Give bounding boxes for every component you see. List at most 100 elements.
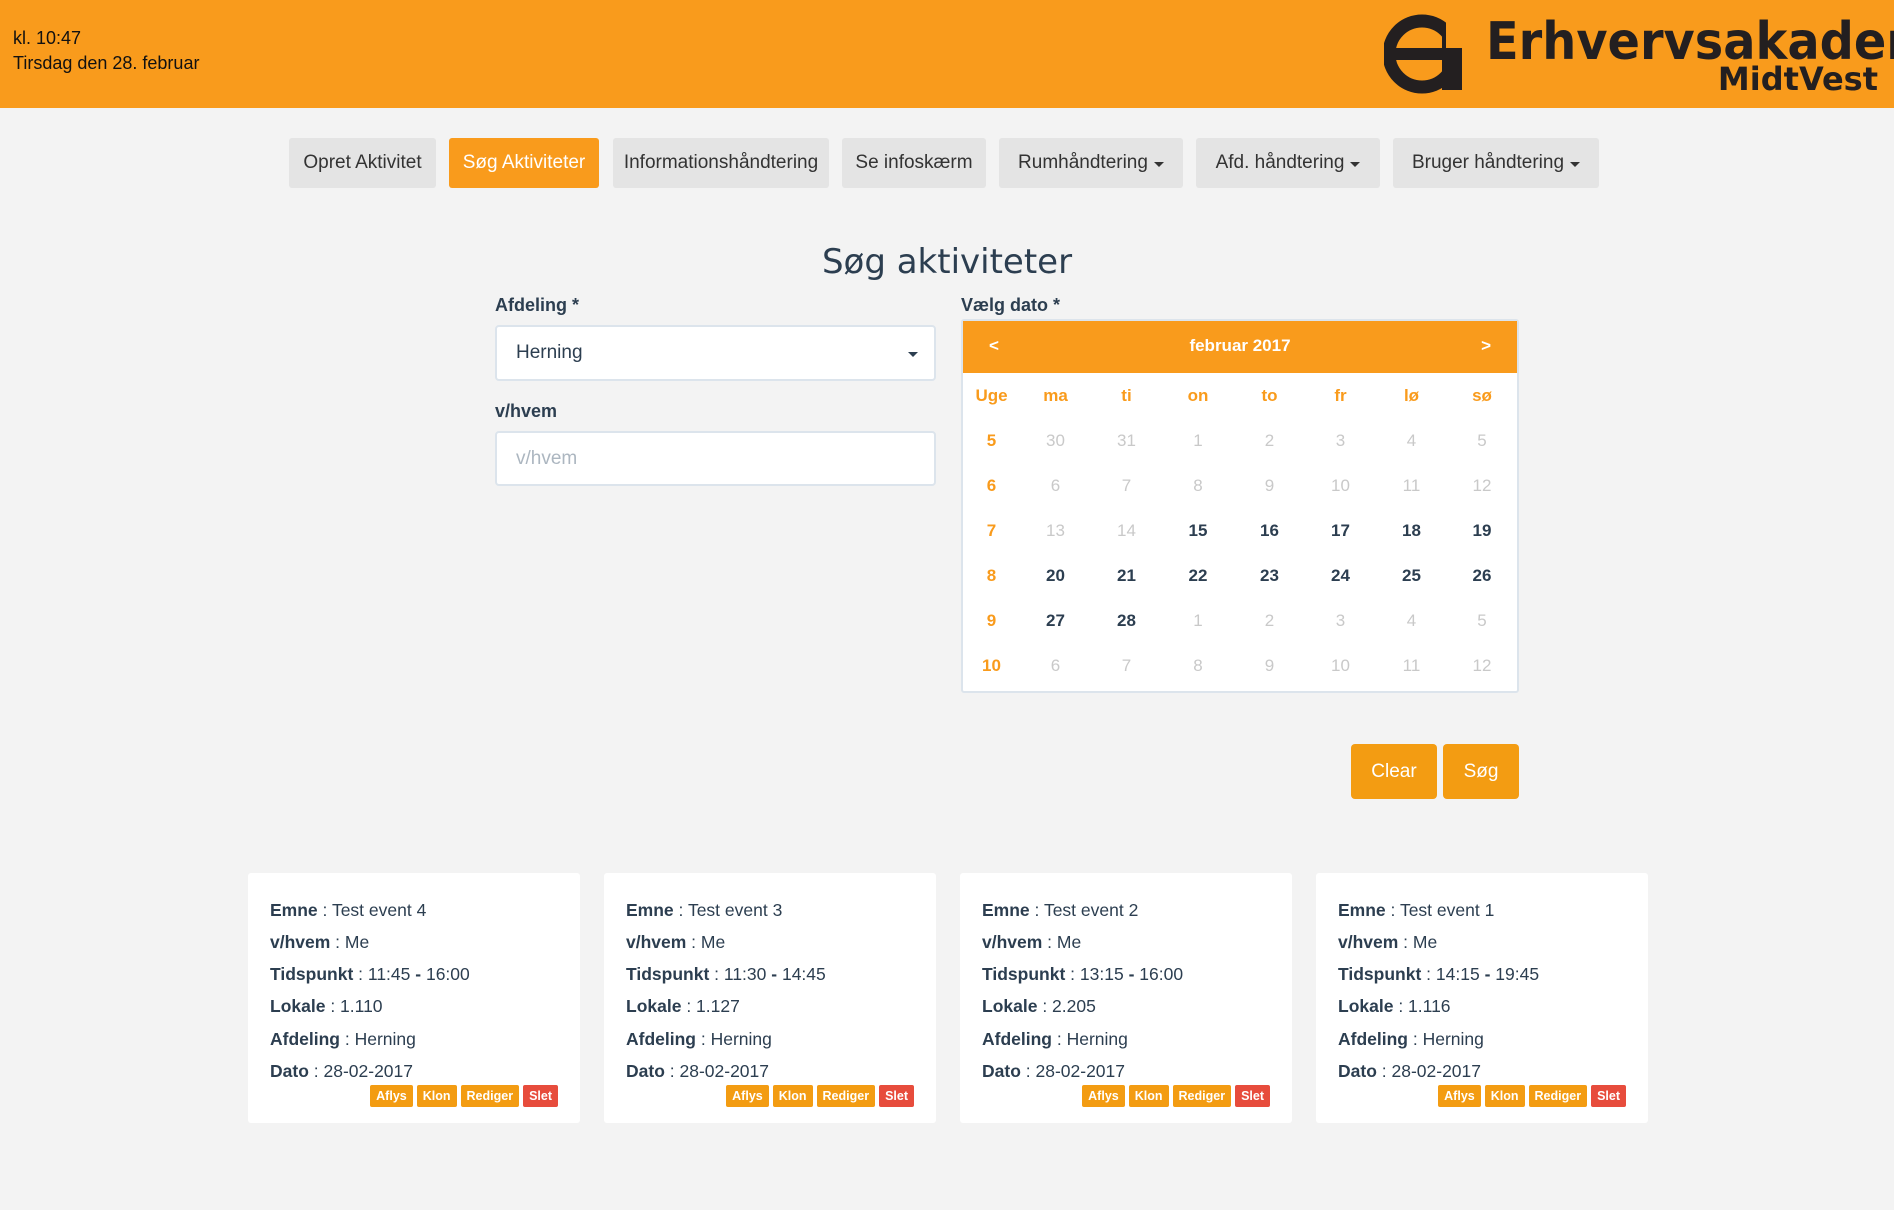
delete-event-button[interactable]: Slet [1235,1085,1270,1107]
calendar-day[interactable]: 20 [1020,566,1091,586]
event-emne-row: Emne : Test event 4 [270,900,427,920]
search-button[interactable]: Søg [1443,744,1519,799]
cancel-event-button[interactable]: Aflys [1082,1085,1125,1107]
nav-informationshaandtering[interactable]: Informationshåndtering [613,138,829,188]
calendar-day[interactable]: 27 [1020,611,1091,631]
cancel-event-button[interactable]: Aflys [1438,1085,1481,1107]
calendar-day: 9 [1264,655,1275,675]
calendar-day: 13 [1046,520,1065,540]
caret-down-icon [908,352,918,357]
event-card: Emne : Test event 3 v/hvem : Me Tidspunkt … [604,873,936,1123]
nav-afd-haandtering[interactable]: Afd. håndtering [1196,138,1380,188]
cancel-event-button[interactable]: Aflys [726,1085,769,1107]
nav-soeg-aktiviteter[interactable]: Søg Aktiviteter [449,138,599,188]
calendar-week-row: 9 27 28 1 2 3 4 5 [963,598,1517,643]
caret-down-icon [1350,162,1361,167]
event-lokale-value: 2.205 [1052,996,1096,1016]
calendar-day[interactable]: 21 [1091,566,1162,586]
calendar-day: 10 [1331,655,1350,675]
delete-event-button[interactable]: Slet [523,1085,558,1107]
event-afdeling-label: Afdeling [1338,1029,1408,1049]
delete-event-button[interactable]: Slet [1591,1085,1626,1107]
edit-event-button[interactable]: Rediger [816,1085,876,1107]
week-number: 10 [982,655,1001,675]
calendar-day[interactable]: 23 [1234,566,1305,586]
calendar-day[interactable]: 16 [1234,521,1305,541]
event-lokale-value: 1.127 [696,996,740,1016]
clock-time: kl. 10:47 [13,28,82,48]
calendar-day: 8 [1193,655,1203,675]
calendar-day: 3 [1335,430,1346,450]
calendar-day: 2 [1264,610,1275,630]
event-vhvem-row: v/hvem : Me [626,932,726,952]
calendar-day[interactable]: 28 [1091,611,1162,631]
afdeling-selected-value: Herning [516,342,583,363]
clear-button[interactable]: Clear [1351,744,1437,799]
nav-bruger-haandtering[interactable]: Bruger håndtering [1393,138,1599,188]
calendar-day[interactable]: 22 [1162,566,1234,586]
event-dato-label: Dato [626,1061,665,1081]
calendar-day[interactable]: 19 [1447,521,1517,541]
event-actions: Aflys Klon Rediger Slet [370,1085,558,1107]
header-bar: kl. 10:47 Tirsdag den 28. februar Erhver… [0,0,1894,108]
calendar-day[interactable]: 25 [1376,566,1447,586]
event-vhvem-label: v/hvem [270,932,331,952]
vhvem-input[interactable] [495,431,936,486]
calendar-day[interactable]: 17 [1305,521,1376,541]
clone-event-button[interactable]: Klon [772,1085,813,1107]
clone-event-button[interactable]: Klon [416,1085,457,1107]
calendar-header: < februar 2017 > [963,321,1517,373]
calendar-day: 10 [1331,475,1350,495]
event-emne-label: Emne [1338,900,1386,920]
event-card: Emne : Test event 4 v/hvem : Me Tidspunkt … [248,873,580,1123]
calendar-day[interactable]: 15 [1162,521,1234,541]
event-vhvem-row: v/hvem : Me [270,932,370,952]
calendar-day[interactable]: 26 [1447,566,1517,586]
afdeling-label: Afdeling * [495,295,579,315]
event-dato-value: 28-02-2017 [679,1061,770,1081]
caret-down-icon [1153,162,1164,167]
event-start-time: 13:15 [1079,964,1124,984]
event-emne-row: Emne : Test event 1 [1338,900,1495,920]
event-tidspunkt-row: Tidspunkt : 11:30 - 14:45 [626,964,826,984]
event-lokale-value: 1.116 [1408,996,1451,1016]
nav-label: Se infoskærm [855,152,973,173]
nav-opret-aktivitet[interactable]: Opret Aktivitet [289,138,436,188]
cancel-event-button[interactable]: Aflys [370,1085,413,1107]
delete-event-button[interactable]: Slet [879,1085,914,1107]
calendar-week-row: 7 13 14 15 16 17 18 19 [963,508,1517,553]
calendar-day[interactable]: 18 [1376,521,1447,541]
calendar-day: 4 [1406,430,1417,450]
calendar-grid: Uge ma ti on to fr lø sø 5 30 31 1 2 3 4 5 6 6 7 8 9… [963,373,1517,688]
nav-se-infoskaerm[interactable]: Se infoskærm [842,138,986,188]
event-afdeling-row: Afdeling : Herning [270,1029,416,1049]
calendar-day: 8 [1193,475,1203,495]
event-start-time: 11:30 [723,964,767,984]
event-lokale-row: Lokale : 2.205 [982,996,1096,1016]
event-emne-value: Test event 2 [1043,900,1139,920]
event-afdeling-row: Afdeling : Herning [626,1029,772,1049]
event-emne-label: Emne [982,900,1030,920]
event-vhvem-value: Me [344,932,370,952]
calendar-day: 6 [1050,655,1061,675]
event-afdeling-row: Afdeling : Herning [1338,1029,1484,1049]
calendar-day: 11 [1402,655,1421,675]
calendar-day: 9 [1264,475,1275,495]
calendar-day: 6 [1050,475,1061,495]
edit-event-button[interactable]: Rediger [460,1085,520,1107]
edit-event-button[interactable]: Rediger [1172,1085,1232,1107]
edit-event-button[interactable]: Rediger [1528,1085,1588,1107]
calendar-day[interactable]: 24 [1305,566,1376,586]
event-actions: Aflys Klon Rediger Slet [1082,1085,1270,1107]
afdeling-select[interactable]: Herning [495,325,936,381]
clone-event-button[interactable]: Klon [1484,1085,1525,1107]
logo-subtitle: MidtVest [1717,60,1878,98]
clone-event-button[interactable]: Klon [1128,1085,1169,1107]
weekday-header: on [1187,385,1209,405]
next-month-button[interactable]: > [1481,336,1491,356]
nav-label: Rumhåndtering [1018,152,1148,173]
page-title: Søg aktiviteter [821,242,1073,282]
nav-rumhaandtering[interactable]: Rumhåndtering [999,138,1183,188]
main-nav: Opret Aktivitet Søg Aktiviteter Informat… [0,138,1894,188]
calendar-month-title[interactable]: februar 2017 [963,336,1517,356]
